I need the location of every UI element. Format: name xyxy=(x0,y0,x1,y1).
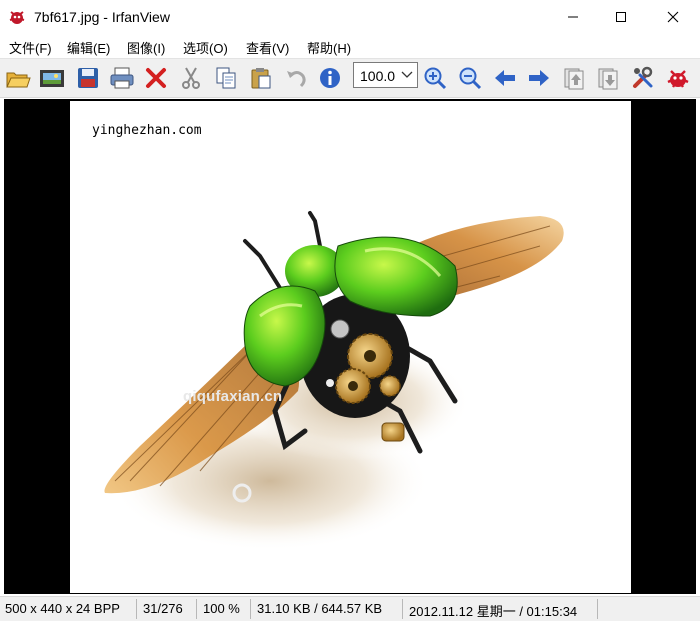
maximize-icon xyxy=(616,12,626,22)
watermark-bottom: qiqufaxian.cn xyxy=(183,388,283,405)
info-button[interactable] xyxy=(316,64,344,92)
status-divider xyxy=(402,599,403,619)
undo-icon xyxy=(287,71,306,88)
open-icon xyxy=(6,72,31,88)
toolbar xyxy=(0,58,700,98)
cut-icon xyxy=(182,67,200,89)
minimize-icon xyxy=(568,16,578,18)
copy-icon xyxy=(216,67,236,89)
menu-file[interactable]: 文件(F) xyxy=(9,38,52,57)
status-dimensions: 500 x 440 x 24 BPP xyxy=(5,601,120,616)
irfanview-logo-button[interactable] xyxy=(664,64,692,92)
delete-icon xyxy=(146,68,166,88)
chevron-down-icon xyxy=(401,71,413,78)
status-index: 31/276 xyxy=(143,601,183,616)
minimize-button[interactable] xyxy=(550,0,596,34)
thumbnails-icon xyxy=(40,70,64,87)
status-zoom: 100 % xyxy=(203,601,240,616)
status-divider xyxy=(196,599,197,619)
title-bar: 7bf617.jpg - IrfanView xyxy=(0,0,700,34)
status-datetime: 2012.11.12 星期一 / 01:15:34 xyxy=(409,604,578,619)
zoom-in-button[interactable] xyxy=(421,64,449,92)
page-up-icon xyxy=(564,68,584,90)
irfanview-logo-icon xyxy=(667,70,689,88)
zoom-out-icon xyxy=(459,67,482,90)
previous-button[interactable] xyxy=(491,64,519,92)
menu-view[interactable]: 查看(V) xyxy=(246,38,289,57)
print-icon xyxy=(110,67,134,89)
menu-edit[interactable]: 编辑(E) xyxy=(67,38,110,57)
save-icon xyxy=(78,68,98,88)
menu-bar: 文件(F) 编辑(E) 图像(I) 选项(O) 查看(V) 帮助(H) xyxy=(0,34,700,58)
close-icon xyxy=(667,11,679,23)
page-down-icon xyxy=(598,68,618,90)
zoom-in-icon xyxy=(424,67,447,90)
paste-icon xyxy=(251,68,271,89)
status-divider xyxy=(597,599,598,619)
info-icon xyxy=(320,68,340,88)
image-canvas[interactable] xyxy=(70,101,631,593)
next-button[interactable] xyxy=(525,64,553,92)
undo-button[interactable] xyxy=(282,64,310,92)
copy-button[interactable] xyxy=(212,64,240,92)
zoom-value: 100.0 xyxy=(360,68,396,84)
previous-icon xyxy=(495,70,515,86)
menu-help[interactable]: 帮助(H) xyxy=(307,38,351,57)
zoom-out-button[interactable] xyxy=(456,64,484,92)
settings-icon xyxy=(633,66,653,88)
menu-image[interactable]: 图像(I) xyxy=(127,38,165,57)
watermark-top: yinghezhan.com xyxy=(92,123,202,138)
thumbnails-button[interactable] xyxy=(38,64,66,92)
status-divider xyxy=(250,599,251,619)
beetle-image xyxy=(104,211,564,551)
save-button[interactable] xyxy=(74,64,102,92)
page-down-button[interactable] xyxy=(594,64,622,92)
close-button[interactable] xyxy=(650,0,696,34)
next-icon xyxy=(529,70,549,86)
page-up-button[interactable] xyxy=(560,64,588,92)
status-divider xyxy=(136,599,137,619)
paste-button[interactable] xyxy=(247,64,275,92)
status-filesize: 31.10 KB / 644.57 KB xyxy=(257,601,383,616)
open-button[interactable] xyxy=(4,64,32,92)
cut-button[interactable] xyxy=(177,64,205,92)
print-button[interactable] xyxy=(108,64,136,92)
settings-button[interactable] xyxy=(629,64,657,92)
irfanview-app-icon[interactable] xyxy=(8,8,26,26)
delete-button[interactable] xyxy=(142,64,170,92)
zoom-combobox[interactable]: 100.0 xyxy=(353,62,418,88)
status-bar: 500 x 440 x 24 BPP 31/276 100 % 31.10 KB… xyxy=(0,596,700,621)
menu-options[interactable]: 选项(O) xyxy=(183,38,228,57)
window-title: 7bf617.jpg - IrfanView xyxy=(34,9,170,25)
maximize-button[interactable] xyxy=(598,0,644,34)
